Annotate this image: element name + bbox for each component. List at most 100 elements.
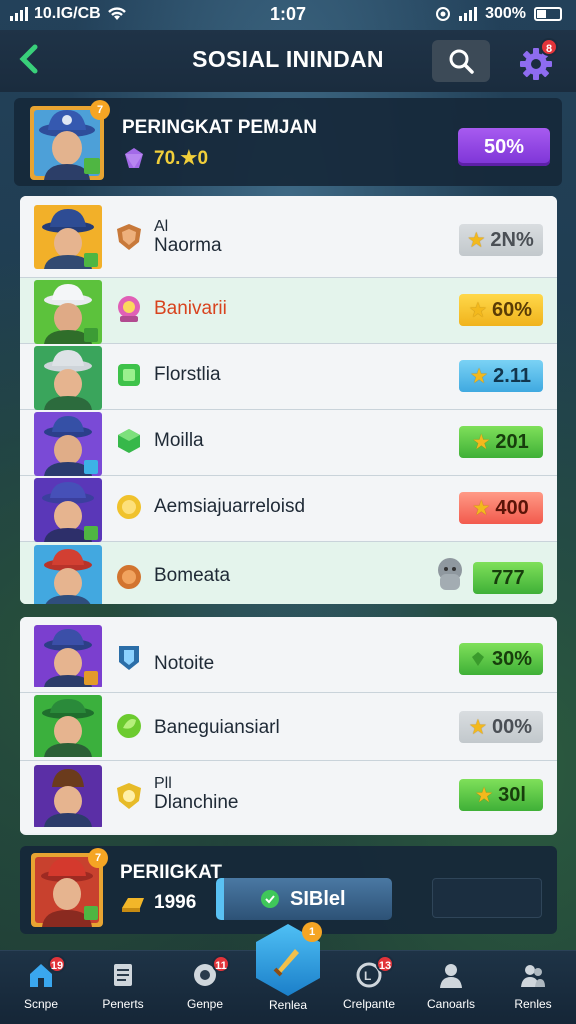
nav-label: Crelpante [342,997,396,1011]
nav-label: Penerts [102,997,144,1011]
my-action-button[interactable]: SIBlel [216,878,392,920]
nav-item-friends[interactable]: Renles [492,951,574,1024]
ghost-icon [438,558,462,590]
nav-item-trophies[interactable]: L 13 Crelpante [328,951,410,1024]
shield-icon [117,565,141,589]
score-pill[interactable]: ★ 400 [459,492,543,524]
people-icon [521,965,545,987]
shield-icon [117,783,141,809]
ranking-row[interactable]: Al Naorma ★ 2N% [20,196,557,278]
gem-icon [261,890,279,908]
profile-avatar[interactable]: 7 [28,100,110,182]
gem-icon [471,652,484,666]
profile-progress-button[interactable]: 50% [458,128,550,166]
ranking-row[interactable]: Baneguiansiarl ★ 00% [20,693,557,761]
player-name: Baneguiansiarl [154,717,280,738]
score-pill[interactable]: 777 [473,562,543,594]
nav-label: Renles [514,997,552,1011]
settings-notification-badge: 8 [540,38,558,56]
star-icon: ★ [471,365,488,386]
ranking-row[interactable]: Moilla ★ 201 [20,410,557,476]
avatar [34,205,102,269]
score-pill[interactable]: ★ 60% [459,294,543,326]
nav-item-games[interactable]: 11 Genpe [164,951,246,1024]
score-value: 00% [492,715,533,738]
ranking-list-secondary: Notoite 30% Baneguiansiarl ★ 00% Pll Dlan… [20,617,557,835]
ranking-row[interactable]: Pll Dlanchine ★ 30l [20,761,557,833]
battery-text: 300% [485,5,526,22]
avatar [34,625,102,689]
avatar [34,545,102,604]
ranking-row[interactable]: Banivarii ★ 60% [20,278,557,344]
document-icon [114,964,132,986]
player-name: Florstlia [154,364,221,385]
ranking-row[interactable]: Bomeata 777 [20,542,557,604]
app-header: SOSIAL ININDAN 8 [0,30,576,92]
my-avatar[interactable]: 7 [30,848,108,928]
person-icon [440,964,462,988]
player-title: Pll [154,775,172,792]
gem-icon [118,364,140,386]
settings-button[interactable]: 8 [516,38,558,82]
gem-icon [125,148,143,168]
player-name: Pll Dlanchine [154,775,239,814]
nav-item-home[interactable]: 19 Scnpe [0,951,82,1024]
star-icon: ★ [469,299,487,320]
shield-icon [119,646,139,670]
nav-item-reports[interactable]: Penerts [82,951,164,1024]
profile-title: PERINGKAT PEMJAN [122,117,317,138]
cell-signal-icon [459,7,478,21]
score-pill[interactable]: ★ 201 [459,426,543,458]
star-icon: ★ [473,431,490,452]
player-name: Bomeata [154,565,231,586]
avatar [34,280,102,344]
profile-card: 7 PERINGKAT PEMJAN 70.★0 50% [14,98,562,186]
location-icon [436,7,451,21]
score-value: 30l [498,783,526,806]
score-value: 777 [491,566,525,589]
score-value: 2N% [490,228,534,251]
player-title: Al [154,218,169,235]
nav-label: Scnpe [23,997,59,1011]
nav-label: Genpe [186,997,224,1011]
player-name: Aemsiajuarreloisd [154,496,306,517]
score-value: 400 [495,496,529,519]
nav-label: Canoarls [426,997,476,1011]
status-bar: 10.IG/CB 1:07 300% [0,0,576,28]
score-value: 201 [495,430,529,453]
score-value: 60% [492,298,533,321]
player-name: Moilla [154,430,204,451]
avatar [34,765,102,829]
nav-badge: 13 [376,955,394,973]
score-pill[interactable]: ★ 2N% [459,224,543,256]
nav-badge: 19 [48,955,66,973]
medal-icon [118,296,140,322]
nav-badge: 11 [212,955,230,973]
empty-slot-button[interactable] [432,878,542,918]
nav-item-profile[interactable]: Canoarls [410,951,492,1024]
ranking-row[interactable]: Florstlia ★ 2.11 [20,344,557,410]
leaf-icon [117,714,141,738]
avatar [34,478,102,542]
coin-icon [117,495,141,519]
score-pill[interactable]: ★ 00% [459,711,543,743]
search-button[interactable] [432,40,490,82]
score-value: 30% [491,647,533,670]
score-pill[interactable]: ★ 30l [459,779,543,811]
star-icon: ★ [469,716,487,737]
search-icon [449,49,474,74]
my-stat-value: 1996 [154,892,197,913]
svg-text:L: L [364,969,371,983]
avatar [34,346,102,410]
star-icon: ★ [476,784,493,805]
player-name: Al Naorma [154,218,222,257]
my-rank-title: PERIIGKAT [120,862,223,883]
score-pill[interactable]: ★ 2.11 [459,360,543,392]
nav-item-battle[interactable]: 1 Renlea [256,922,322,1020]
profile-stat: 70.★0 [122,146,208,170]
ranking-row[interactable]: Notoite 30% [20,617,557,693]
score-pill[interactable]: 30% [459,643,543,675]
ranking-row[interactable]: Aemsiajuarreloisd ★ 400 [20,476,557,542]
avatar [34,412,102,476]
shield-icon [117,224,141,250]
